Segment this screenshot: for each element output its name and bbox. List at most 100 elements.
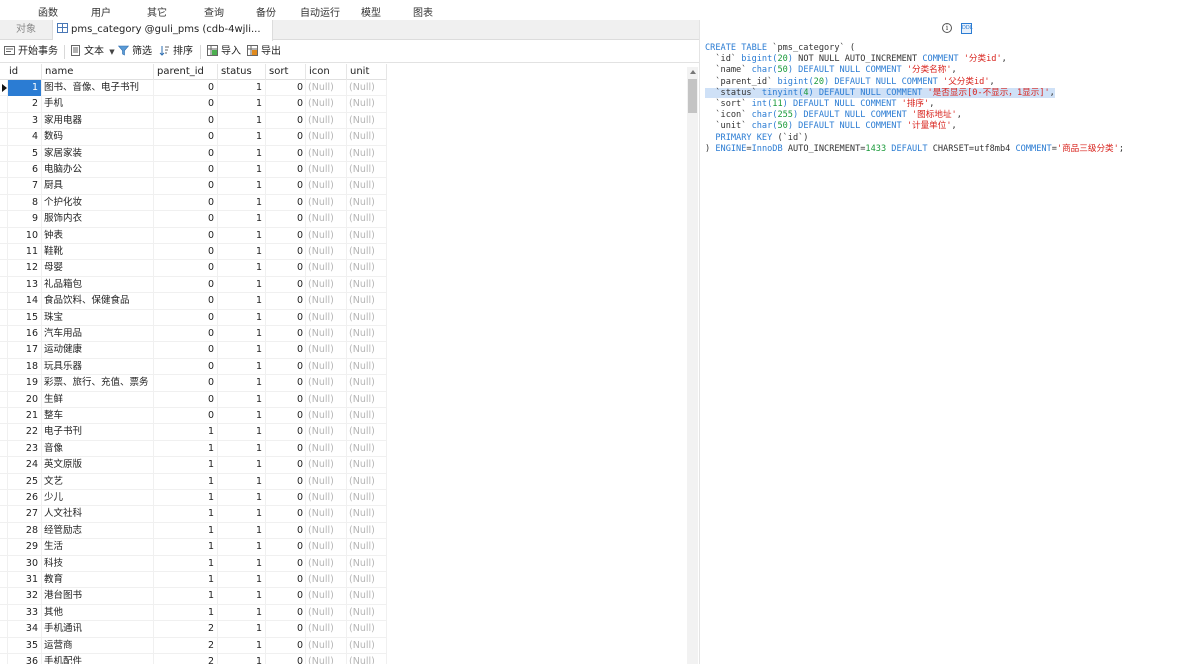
cell-parent-id[interactable]: 0 [154,227,218,244]
row-selector[interactable] [0,227,8,244]
cell-status[interactable]: 1 [218,637,266,654]
row-selector[interactable] [0,162,8,178]
row-selector[interactable] [0,539,8,556]
cell-sort[interactable]: 0 [266,96,306,113]
cell-icon[interactable]: (Null) [306,129,347,146]
cell-id[interactable]: 4 [8,129,42,146]
cell-name[interactable]: 整车 [42,408,154,424]
row-selector[interactable] [0,309,8,326]
cell-icon[interactable]: (Null) [306,391,347,408]
row-selector[interactable] [0,178,8,195]
row-selector[interactable] [0,604,8,621]
cell-parent-id[interactable]: 0 [154,178,218,195]
row-selector[interactable] [0,145,8,162]
cell-icon[interactable]: (Null) [306,326,347,342]
table-row[interactable]: 7 厨具 0 1 0 (Null) (Null) [0,178,387,195]
cell-sort[interactable]: 0 [266,293,306,310]
cell-name[interactable]: 图书、音像、电子书刊 [42,80,154,96]
cell-id[interactable]: 27 [8,506,42,523]
cell-status[interactable]: 1 [218,588,266,605]
column-header-status[interactable]: status [218,64,266,80]
cell-parent-id[interactable]: 0 [154,408,218,424]
cell-status[interactable]: 1 [218,604,266,621]
cell-icon[interactable]: (Null) [306,604,347,621]
cell-status[interactable]: 1 [218,572,266,588]
table-row[interactable]: 11 鞋靴 0 1 0 (Null) (Null) [0,244,387,261]
table-row[interactable]: 27 人文社科 1 1 0 (Null) (Null) [0,506,387,523]
cell-name[interactable]: 彩票、旅行、充值、票务 [42,375,154,392]
cell-id[interactable]: 25 [8,473,42,490]
cell-name[interactable]: 生鲜 [42,391,154,408]
cell-id[interactable]: 6 [8,162,42,178]
cell-id[interactable]: 22 [8,424,42,441]
cell-status[interactable]: 1 [218,457,266,474]
cell-sort[interactable]: 0 [266,391,306,408]
row-selector[interactable] [0,375,8,392]
cell-parent-id[interactable]: 0 [154,194,218,211]
cell-unit[interactable]: (Null) [347,604,387,621]
cell-name[interactable]: 手机 [42,96,154,113]
table-row[interactable]: 20 生鲜 0 1 0 (Null) (Null) [0,391,387,408]
table-row[interactable]: 30 科技 1 1 0 (Null) (Null) [0,555,387,572]
cell-id[interactable]: 14 [8,293,42,310]
cell-sort[interactable]: 0 [266,555,306,572]
cell-unit[interactable]: (Null) [347,473,387,490]
cell-sort[interactable]: 0 [266,80,306,96]
row-selector[interactable] [0,129,8,146]
cell-unit[interactable]: (Null) [347,539,387,556]
cell-sort[interactable]: 0 [266,424,306,441]
cell-name[interactable]: 礼品箱包 [42,276,154,293]
vertical-scrollbar[interactable] [687,67,698,664]
import-button[interactable]: 导入 [207,45,241,59]
cell-unit[interactable]: (Null) [347,112,387,129]
cell-sort[interactable]: 0 [266,358,306,375]
cell-id[interactable]: 28 [8,522,42,539]
row-selector[interactable] [0,244,8,260]
cell-sort[interactable]: 0 [266,375,306,392]
cell-icon[interactable]: (Null) [306,621,347,638]
cell-icon[interactable]: (Null) [306,539,347,556]
cell-sort[interactable]: 0 [266,244,306,260]
cell-name[interactable]: 电子书刊 [42,424,154,441]
cell-parent-id[interactable]: 0 [154,80,218,96]
table-row[interactable]: 12 母婴 0 1 0 (Null) (Null) [0,260,387,277]
row-selector[interactable] [0,358,8,375]
cell-parent-id[interactable]: 0 [154,342,218,359]
cell-unit[interactable]: (Null) [347,80,387,96]
row-selector[interactable] [0,490,8,506]
table-row[interactable]: 16 汽车用品 0 1 0 (Null) (Null) [0,326,387,343]
cell-sort[interactable]: 0 [266,506,306,523]
table-row[interactable]: 35 运营商 2 1 0 (Null) (Null) [0,637,387,654]
cell-parent-id[interactable]: 1 [154,490,218,506]
cell-name[interactable]: 玩具乐器 [42,358,154,375]
cell-parent-id[interactable]: 0 [154,326,218,342]
table-row[interactable]: 28 经管励志 1 1 0 (Null) (Null) [0,522,387,540]
table-row[interactable]: 32 港台图书 1 1 0 (Null) (Null) [0,588,387,605]
cell-name[interactable]: 家居家装 [42,145,154,162]
info-icon[interactable]: i [942,23,952,33]
cell-id[interactable]: 34 [8,621,42,638]
cell-id[interactable]: 7 [8,178,42,195]
cell-icon[interactable]: (Null) [306,473,347,490]
row-selector[interactable] [0,473,8,490]
row-selector[interactable] [0,391,8,408]
cell-icon[interactable]: (Null) [306,276,347,293]
cell-status[interactable]: 1 [218,473,266,490]
cell-parent-id[interactable]: 0 [154,112,218,129]
cell-parent-id[interactable]: 0 [154,309,218,326]
cell-id[interactable]: 20 [8,391,42,408]
cell-name[interactable]: 汽车用品 [42,326,154,342]
cell-status[interactable]: 1 [218,375,266,392]
cell-name[interactable]: 音像 [42,440,154,457]
cell-name[interactable]: 文艺 [42,473,154,490]
tab-pms-category[interactable]: pms_category @guli_pms (cdb-4wjli... [53,20,273,41]
cell-parent-id[interactable]: 0 [154,145,218,162]
cell-name[interactable]: 电脑办公 [42,162,154,178]
cell-parent-id[interactable]: 1 [154,555,218,572]
cell-unit[interactable]: (Null) [347,440,387,457]
cell-sort[interactable]: 0 [266,309,306,326]
cell-name[interactable]: 港台图书 [42,588,154,605]
cell-unit[interactable]: (Null) [347,457,387,474]
column-header-unit[interactable]: unit [347,64,387,80]
cell-name[interactable]: 科技 [42,555,154,572]
